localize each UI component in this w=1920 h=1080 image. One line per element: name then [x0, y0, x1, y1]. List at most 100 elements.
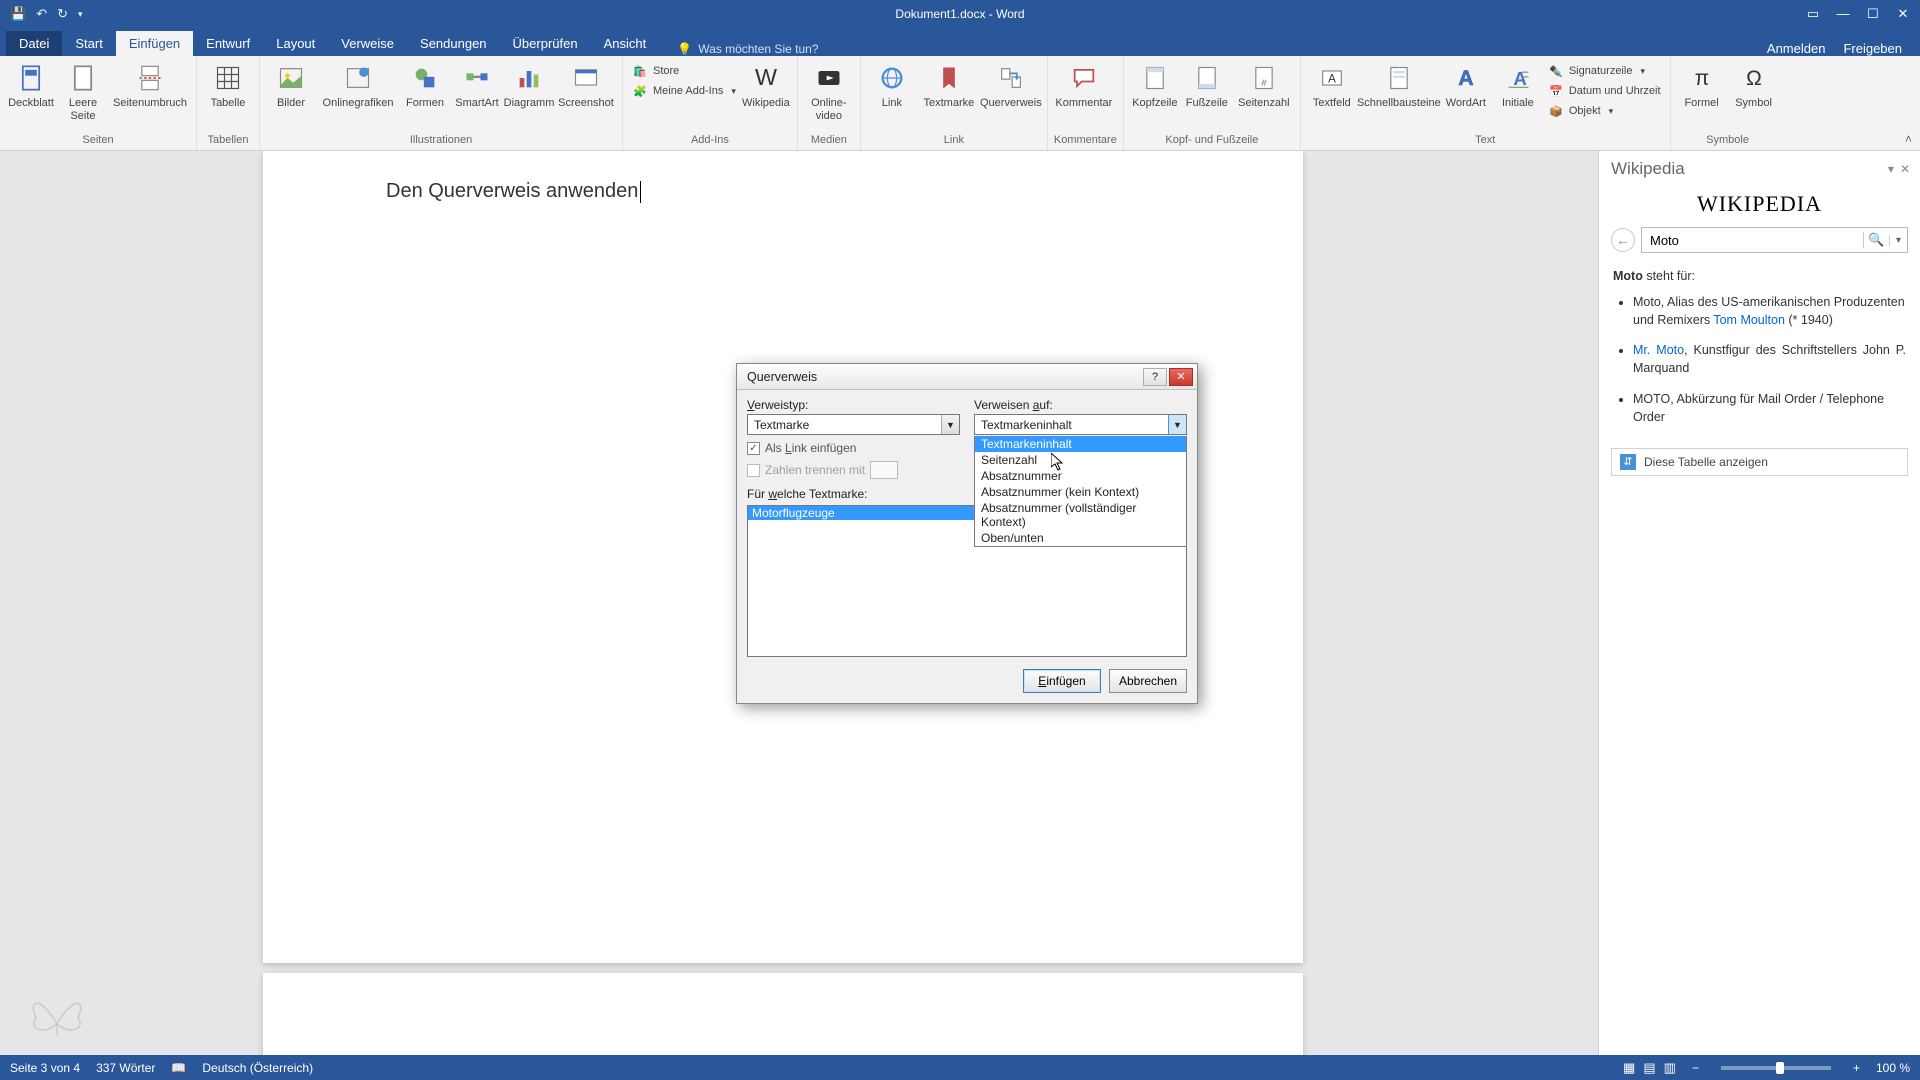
tab-layout[interactable]: Layout: [263, 31, 328, 56]
chevron-down-icon[interactable]: ▼: [1168, 415, 1186, 434]
dropdown-option[interactable]: Textmarkeninhalt: [975, 436, 1186, 452]
back-button[interactable]: ←: [1611, 228, 1635, 252]
shapes-label: Formen: [406, 97, 444, 110]
comment-button[interactable]: Kommentar: [1054, 59, 1114, 110]
read-mode-icon[interactable]: ▦: [1623, 1060, 1635, 1076]
tab-review[interactable]: Überprüfen: [500, 31, 591, 56]
cancel-button[interactable]: Abbrechen: [1109, 669, 1187, 693]
table-button[interactable]: Tabelle: [203, 59, 253, 110]
screenshot-button[interactable]: Screenshot: [556, 59, 616, 110]
insert-as-hyperlink-checkbox[interactable]: ✓ Als Link einfügen: [747, 441, 960, 455]
dropdown-option[interactable]: Oben/unten: [975, 530, 1186, 546]
ref-type-combo[interactable]: Textmarke ▼: [747, 414, 960, 435]
zoom-in-icon[interactable]: +: [1853, 1061, 1860, 1075]
tab-start[interactable]: Start: [62, 31, 115, 56]
ribbon-display-icon[interactable]: ▭: [1802, 6, 1824, 22]
page[interactable]: [263, 973, 1303, 1055]
smartart-button[interactable]: SmartArt: [452, 59, 502, 110]
dropdown-option[interactable]: Absatznummer (kein Kontext): [975, 484, 1186, 500]
document-text[interactable]: Den Querverweis anwenden: [386, 179, 641, 203]
date-time-button[interactable]: 📅Datum und Uhrzeit: [1545, 82, 1664, 100]
wiki-link[interactable]: Mr. Moto: [1633, 343, 1684, 357]
spellcheck-icon[interactable]: 📖: [171, 1061, 186, 1075]
undo-icon[interactable]: ↶: [36, 6, 47, 22]
signature-line-label: Signaturzeile: [1569, 65, 1633, 77]
object-button[interactable]: 📦Objekt▾: [1545, 102, 1664, 120]
online-pictures-button[interactable]: Onlinegrafiken: [318, 59, 398, 110]
window-controls: ▭ — ☐ ✕: [1802, 6, 1920, 22]
zoom-slider[interactable]: [1721, 1066, 1831, 1070]
tab-file[interactable]: Datei: [6, 31, 62, 56]
tell-me-search[interactable]: 💡 Was möchten Sie tun?: [677, 42, 818, 56]
dropcap-button[interactable]: AInitiale: [1493, 59, 1543, 110]
web-layout-icon[interactable]: ▥: [1664, 1060, 1676, 1076]
dropdown-option[interactable]: Seitenzahl: [975, 452, 1186, 468]
ref-type-label: Verweistyp:: [747, 398, 960, 412]
search-input[interactable]: [1642, 233, 1863, 248]
symbol-button[interactable]: ΩSymbol: [1729, 59, 1779, 110]
tab-design[interactable]: Entwurf: [193, 31, 263, 56]
dialog-titlebar[interactable]: Querverweis ? ✕: [737, 364, 1197, 390]
wikipedia-button[interactable]: WWikipedia: [741, 59, 791, 110]
header-button[interactable]: Kopfzeile: [1130, 59, 1180, 110]
wikipedia-search[interactable]: 🔍 ▾: [1641, 227, 1908, 253]
cover-page-button[interactable]: Deckblatt: [6, 59, 56, 110]
link-button[interactable]: Link: [867, 59, 917, 110]
calendar-icon: 📅: [1548, 83, 1564, 99]
tab-insert[interactable]: Einfügen: [116, 31, 193, 56]
blank-page-button[interactable]: Leere Seite: [58, 59, 108, 122]
page-number-button[interactable]: #Seitenzahl: [1234, 59, 1294, 110]
pane-close-icon[interactable]: ✕: [1900, 162, 1910, 176]
my-addins-button[interactable]: 🧩Meine Add-Ins▾: [629, 82, 739, 100]
shapes-button[interactable]: Formen: [400, 59, 450, 110]
search-icon[interactable]: 🔍: [1863, 232, 1889, 248]
chevron-down-icon[interactable]: ▼: [941, 415, 959, 434]
language-indicator[interactable]: Deutsch (Österreich): [202, 1061, 313, 1075]
maximize-icon[interactable]: ☐: [1862, 6, 1884, 22]
page-indicator[interactable]: Seite 3 von 4: [10, 1061, 80, 1075]
insert-button[interactable]: Einfügen: [1023, 669, 1101, 693]
chart-button[interactable]: Diagramm: [504, 59, 554, 110]
tab-mailings[interactable]: Sendungen: [407, 31, 500, 56]
svg-text:A: A: [1458, 67, 1473, 90]
tab-references[interactable]: Verweise: [328, 31, 407, 56]
word-count[interactable]: 337 Wörter: [96, 1061, 155, 1075]
quickparts-button[interactable]: Schnellbausteine: [1359, 59, 1439, 110]
save-icon[interactable]: 💾: [10, 6, 26, 22]
qat-customize-icon[interactable]: ▾: [78, 9, 83, 20]
store-button[interactable]: 🛍️Store: [629, 62, 739, 80]
close-icon[interactable]: ✕: [1892, 6, 1914, 22]
share-button[interactable]: Freigeben: [1843, 41, 1902, 56]
wiki-link[interactable]: Tom Moulton: [1713, 313, 1785, 327]
page-number-label: Seitenzahl: [1238, 97, 1289, 110]
search-dropdown-icon[interactable]: ▾: [1889, 235, 1907, 246]
group-illus-label: Illustrationen: [266, 134, 616, 148]
show-table-button[interactable]: ⇵ Diese Tabelle anzeigen: [1611, 448, 1908, 476]
online-video-button[interactable]: Online-video: [804, 59, 854, 122]
wordart-button[interactable]: AWordArt: [1441, 59, 1491, 110]
dialog-close-icon[interactable]: ✕: [1169, 368, 1193, 386]
footer-button[interactable]: Fußzeile: [1182, 59, 1232, 110]
textbox-button[interactable]: ATextfeld: [1307, 59, 1357, 110]
insert-ref-combo[interactable]: Textmarkeninhalt ▼: [974, 414, 1187, 435]
dropdown-option[interactable]: Absatznummer: [975, 468, 1186, 484]
tab-view[interactable]: Ansicht: [591, 31, 660, 56]
pane-menu-icon[interactable]: ▾: [1888, 162, 1894, 176]
dialog-help-icon[interactable]: ?: [1143, 368, 1167, 386]
zoom-level[interactable]: 100 %: [1876, 1061, 1910, 1075]
pictures-button[interactable]: Bilder: [266, 59, 316, 110]
signature-line-button[interactable]: ✒️Signaturzeile▾: [1545, 62, 1664, 80]
insert-ref-dropdown[interactable]: Textmarkeninhalt Seitenzahl Absatznummer…: [974, 436, 1187, 547]
page-break-button[interactable]: Seitenumbruch: [110, 59, 190, 110]
dialog-title: Querverweis: [747, 370, 817, 384]
print-layout-icon[interactable]: ▤: [1643, 1060, 1655, 1076]
equation-button[interactable]: πFormel: [1677, 59, 1727, 110]
crossref-button[interactable]: Querverweis: [981, 59, 1041, 110]
collapse-ribbon-icon[interactable]: ˄: [1905, 132, 1912, 146]
bookmark-button[interactable]: Textmarke: [919, 59, 979, 110]
sign-in-link[interactable]: Anmelden: [1767, 41, 1826, 56]
dropdown-option[interactable]: Absatznummer (vollständiger Kontext): [975, 500, 1186, 530]
zoom-out-icon[interactable]: −: [1692, 1061, 1699, 1075]
redo-icon[interactable]: ↻: [57, 6, 68, 22]
minimize-icon[interactable]: —: [1832, 6, 1854, 22]
